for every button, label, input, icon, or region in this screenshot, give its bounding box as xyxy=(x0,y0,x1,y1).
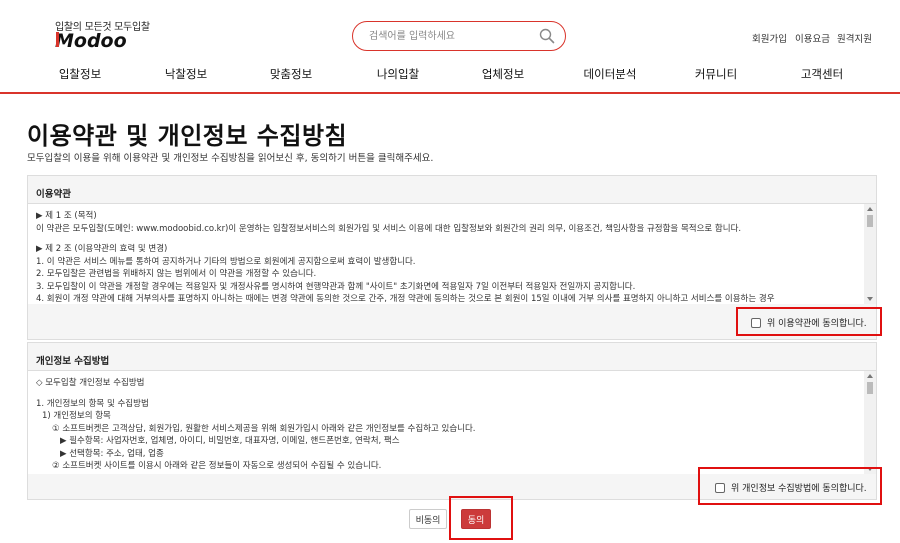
search-icon[interactable] xyxy=(539,28,555,44)
page-description: 모두입찰의 이용을 위해 이용약관 및 개인정보 수집방침을 읽어보신 후, 동… xyxy=(27,153,434,164)
privacy-line: 1) 개인정보의 항목 xyxy=(42,411,111,421)
terms-textarea[interactable]: ▶ 제 1 조 (목적) 이 약관은 모두입찰(도메인: www.modoobi… xyxy=(28,204,866,304)
nav-award-info[interactable]: 낙찰정보 xyxy=(165,66,207,82)
scroll-thumb[interactable] xyxy=(867,382,873,394)
scroll-down-icon[interactable] xyxy=(867,297,873,301)
nav-custom-info[interactable]: 맞춤정보 xyxy=(270,66,312,82)
main-nav: 입찰정보 낙찰정보 맞춤정보 나의입찰 업체정보 데이터분석 커뮤니티 고객센터 xyxy=(0,66,900,86)
logo-wordmark: Modoo xyxy=(55,30,127,51)
nav-my-bids[interactable]: 나의입찰 xyxy=(377,66,419,82)
terms-scrollbar[interactable] xyxy=(864,204,876,304)
terms-line: ▶ 제 2 조 (이용약관의 효력 및 변경) xyxy=(36,244,168,254)
highlight-box xyxy=(736,307,882,336)
privacy-line: ▶ 필수항목: 사업자번호, 업체명, 아이디, 비밀번호, 대표자명, 이메일… xyxy=(60,436,400,446)
terms-line: ▶ 제 1 조 (목적) xyxy=(36,211,97,221)
highlight-box xyxy=(449,496,513,540)
remote-support-link[interactable]: 원격지원 xyxy=(837,31,872,45)
scroll-thumb[interactable] xyxy=(867,215,873,227)
nav-company-info[interactable]: 업체정보 xyxy=(482,66,524,82)
search-input[interactable] xyxy=(369,27,529,45)
privacy-heading: 개인정보 수집방법 xyxy=(28,343,876,371)
site-logo[interactable]: 입찰의 모든것 모두입찰 Modoo xyxy=(55,18,155,54)
privacy-textarea[interactable]: ◇ 모두입찰 개인정보 수집방법 1. 개인정보의 항목 및 수집방법 1) 개… xyxy=(28,371,866,474)
nav-bid-info[interactable]: 입찰정보 xyxy=(59,66,101,82)
terms-line: 1. 이 약관은 서비스 메뉴를 통하여 공지하거나 기타의 방법으로 회원에게… xyxy=(36,256,416,267)
scroll-up-icon[interactable] xyxy=(867,374,873,378)
nav-community[interactable]: 커뮤니티 xyxy=(695,66,737,82)
nav-data-analysis[interactable]: 데이터분석 xyxy=(584,66,637,82)
scroll-up-icon[interactable] xyxy=(867,207,873,211)
pricing-link[interactable]: 이용요금 xyxy=(795,31,830,45)
nav-customer-center[interactable]: 고객센터 xyxy=(801,66,843,82)
privacy-line: ① 소프트버켓은 고객상담, 회원가입, 원활한 서비스제공을 위해 회원가입시… xyxy=(52,423,476,434)
signup-link[interactable]: 회원가입 xyxy=(752,31,787,45)
search-box[interactable] xyxy=(352,21,566,51)
terms-line: 4. 회원이 개정 약관에 대해 거부의사를 표명하지 아니하는 때에는 변경 … xyxy=(36,294,775,304)
page-title: 이용약관 및 개인정보 수집방침 xyxy=(27,122,348,150)
svg-text:Modoo: Modoo xyxy=(55,30,127,51)
privacy-line: 1. 개인정보의 항목 및 수집방법 xyxy=(36,398,149,409)
terms-line: 이 약관은 모두입찰(도메인: www.modoobid.co.kr)이 운영하… xyxy=(36,223,742,234)
privacy-scrollbar[interactable] xyxy=(864,371,876,474)
privacy-line: ▶ 선택항목: 주소, 업태, 업종 xyxy=(60,448,164,459)
terms-line: 2. 모두입찰은 관련법을 위배하지 않는 범위에서 이 약관을 개정할 수 있… xyxy=(36,269,317,279)
site-header: 입찰의 모든것 모두입찰 Modoo 회원가입 이용요금 원격지원 입찰정보 낙… xyxy=(0,0,900,94)
disagree-button[interactable]: 비동의 xyxy=(409,509,447,529)
terms-line: 3. 모두입찰이 이 약관을 개정할 경우에는 적용일자 및 개정사유를 명시하… xyxy=(36,281,636,292)
terms-heading: 이용약관 xyxy=(28,176,876,204)
privacy-line: ◇ 모두입찰 개인정보 수집방법 xyxy=(36,378,145,388)
highlight-box xyxy=(698,467,882,505)
